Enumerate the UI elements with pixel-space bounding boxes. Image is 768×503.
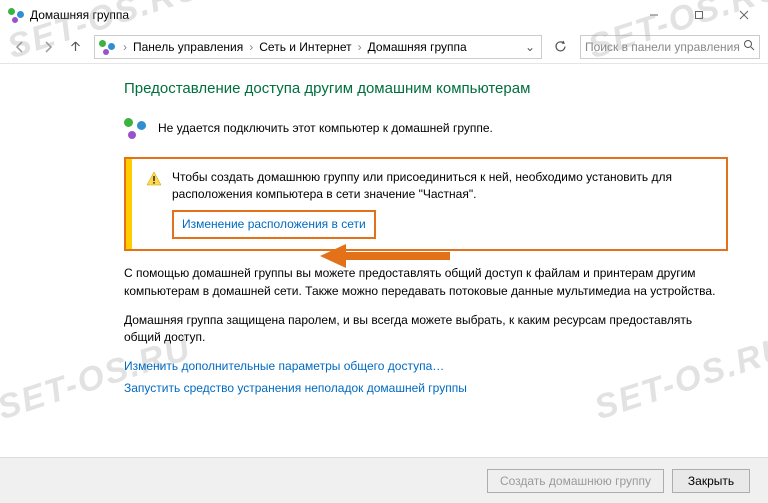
- homegroup-icon: [99, 39, 115, 55]
- status-text: Не удается подключить этот компьютер к д…: [158, 121, 493, 135]
- refresh-button[interactable]: [548, 35, 572, 59]
- breadcrumb-item[interactable]: Домашняя группа: [364, 40, 471, 54]
- content-area: Предоставление доступа другим домашним к…: [0, 64, 768, 419]
- chevron-down-icon[interactable]: ⌄: [521, 40, 539, 54]
- search-icon: [743, 39, 755, 54]
- advanced-sharing-link[interactable]: Изменить дополнительные параметры общего…: [124, 359, 728, 373]
- breadcrumb-item[interactable]: Сеть и Интернет: [255, 40, 355, 54]
- forward-button[interactable]: [36, 35, 60, 59]
- info-box: Чтобы создать домашнюю группу или присое…: [124, 157, 728, 251]
- chevron-right-icon: ›: [247, 40, 255, 54]
- homegroup-icon: [8, 7, 24, 23]
- create-homegroup-button: Создать домашнюю группу: [487, 469, 664, 493]
- navbar: › Панель управления › Сеть и Интернет › …: [0, 30, 768, 64]
- address-bar[interactable]: › Панель управления › Сеть и Интернет › …: [94, 35, 542, 59]
- warning-icon: [146, 171, 162, 239]
- description-paragraph: Домашняя группа защищена паролем, и вы в…: [124, 312, 728, 347]
- titlebar: Домашняя группа: [0, 0, 768, 30]
- search-placeholder: Поиск в панели управления: [585, 40, 743, 54]
- close-dialog-button[interactable]: Закрыть: [672, 469, 750, 493]
- troubleshooter-link[interactable]: Запустить средство устранения неполадок …: [124, 381, 728, 395]
- homegroup-icon: [124, 117, 146, 139]
- description-paragraph: С помощью домашней группы вы можете пред…: [124, 265, 728, 300]
- change-network-location-link[interactable]: Изменение расположения в сети: [172, 210, 376, 239]
- footer: Создать домашнюю группу Закрыть: [0, 457, 768, 503]
- chevron-right-icon: ›: [356, 40, 364, 54]
- back-button[interactable]: [8, 35, 32, 59]
- up-button[interactable]: [64, 36, 86, 58]
- maximize-button[interactable]: [676, 0, 721, 30]
- chevron-right-icon: ›: [121, 40, 129, 54]
- window-title: Домашняя группа: [30, 8, 129, 22]
- breadcrumb-item[interactable]: Панель управления: [129, 40, 247, 54]
- close-button[interactable]: [721, 0, 766, 30]
- search-input[interactable]: Поиск в панели управления: [580, 35, 760, 59]
- status-row: Не удается подключить этот компьютер к д…: [124, 117, 728, 139]
- info-text: Чтобы создать домашнюю группу или присое…: [172, 169, 712, 204]
- page-heading: Предоставление доступа другим домашним к…: [124, 80, 728, 97]
- minimize-button[interactable]: [631, 0, 676, 30]
